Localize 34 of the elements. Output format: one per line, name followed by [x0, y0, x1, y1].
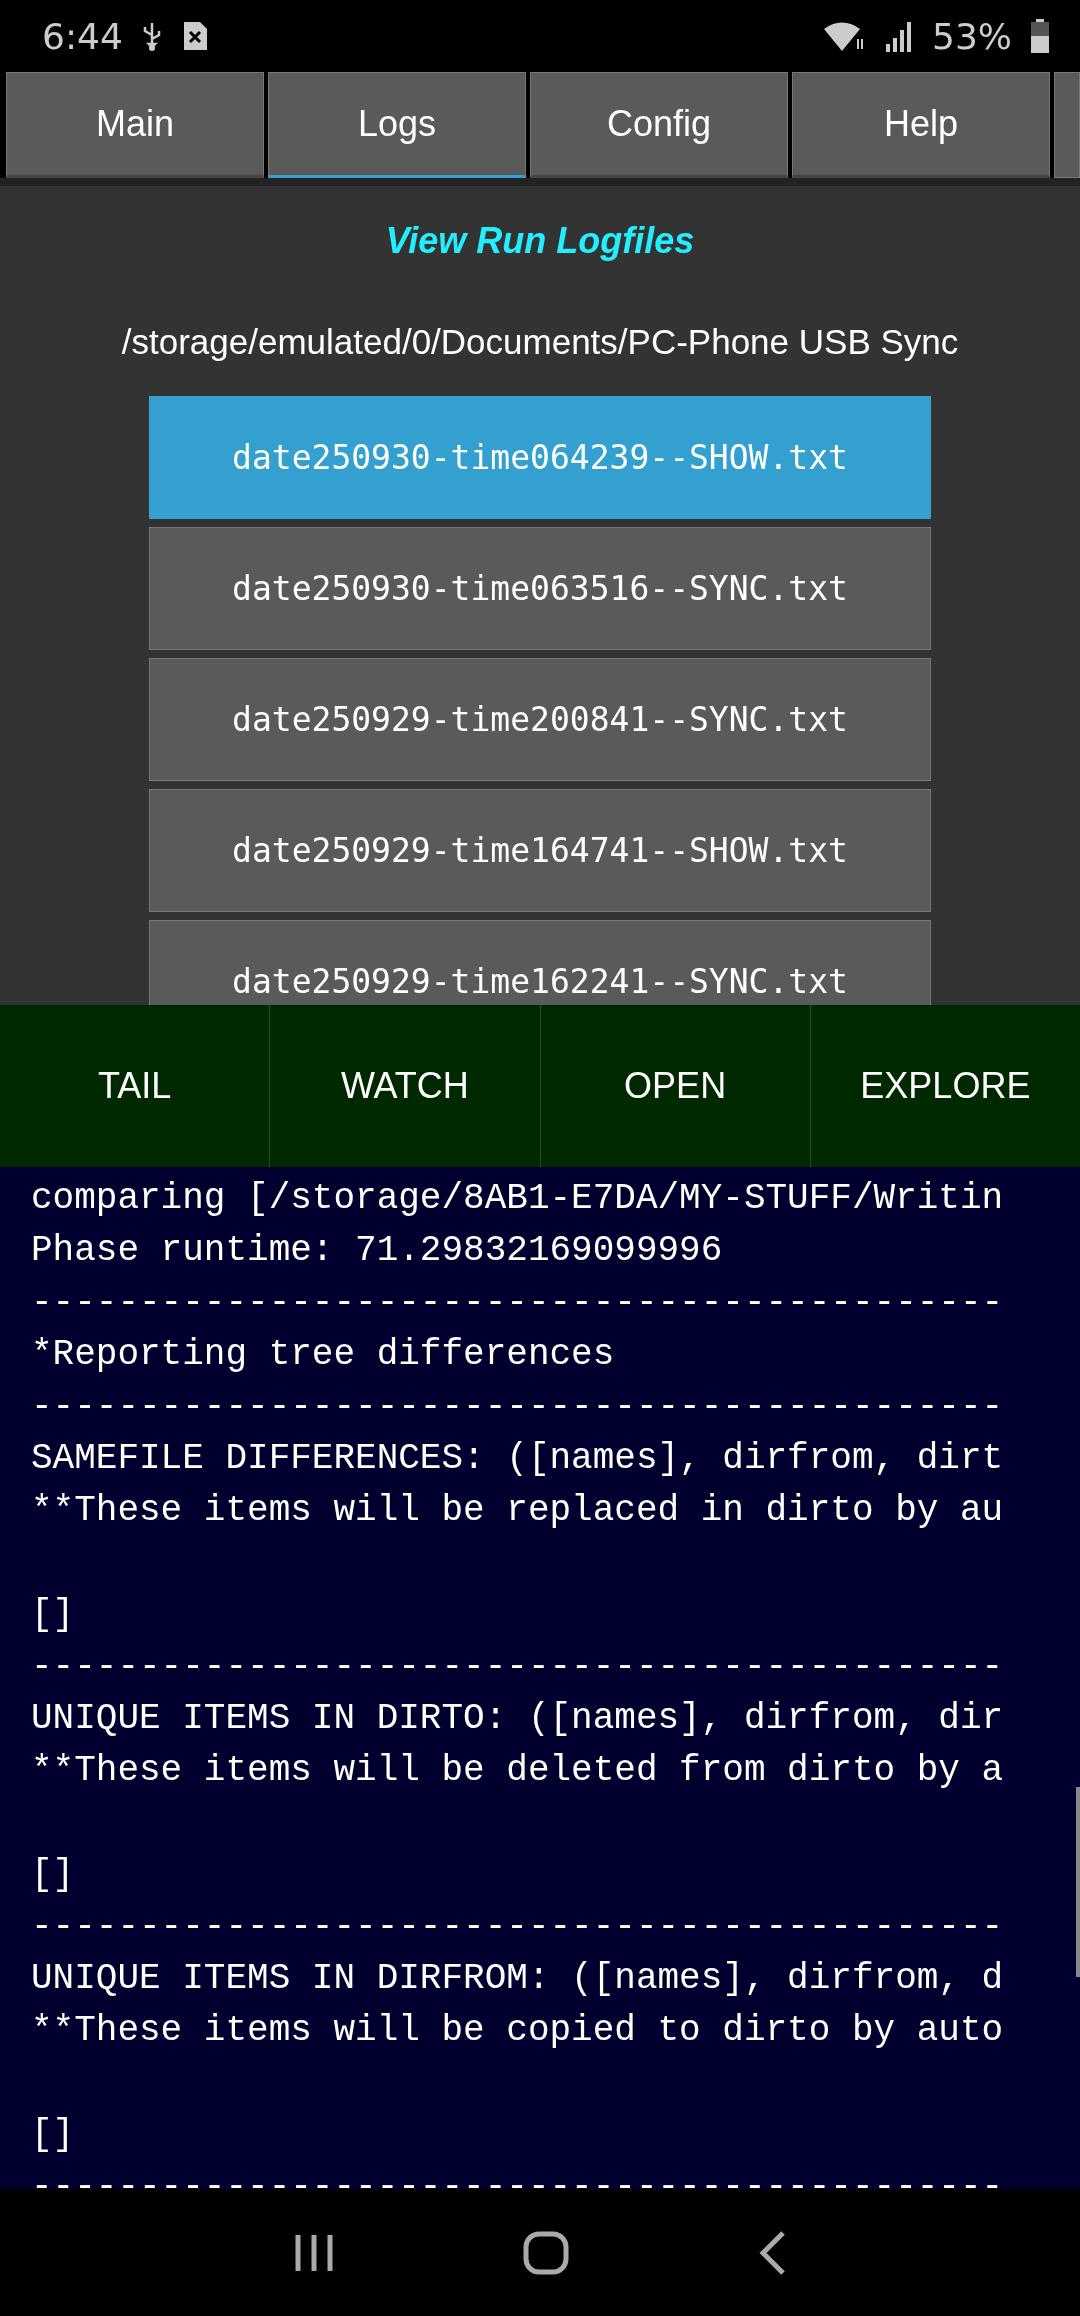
file-item[interactable]: date250929-time162241--SYNC.txt	[149, 920, 931, 1005]
log-line: *Reporting tree differences	[31, 1333, 616, 1377]
log-line: **These items will be deleted from dirto by a	[31, 1749, 1005, 1793]
log-line: **These items will be replaced in dirto by au	[31, 1489, 1005, 1533]
log-line: ---------------------------------------------	[31, 1385, 1005, 1429]
log-line: ---------------------------------------------	[31, 2165, 1005, 2189]
log-line: Phase runtime: 71.29832169099996	[31, 1229, 724, 1273]
recent-apps-icon[interactable]	[293, 2232, 336, 2273]
log-line: ---------------------------------------------	[31, 1645, 1005, 1689]
log-line: **These items will be copied to dirto by auto	[31, 2009, 1005, 2053]
log-line: []	[31, 1853, 76, 1897]
log-line: ---------------------------------------------	[31, 1905, 1005, 1949]
page-title: View Run Logfiles	[385, 220, 695, 262]
log-line: comparing [/storage/8AB1-E7DA/MY-STUFF/Writin	[31, 1177, 1005, 1221]
folder-path: /storage/emulated/0/Documents/PC-Phone USB Sync	[121, 322, 959, 362]
log-line: []	[31, 1593, 76, 1637]
file-item[interactable]: date250929-time164741--SHOW.txt	[149, 789, 931, 912]
wifi-icon	[822, 19, 866, 53]
signal-icon	[884, 20, 914, 52]
log-line: []	[31, 2113, 76, 2157]
log-line: UNIQUE ITEMS IN DIRTO: ([names], dirfrom, dir	[31, 1697, 1005, 1741]
tab[interactable]: Logs	[268, 72, 526, 178]
home-icon[interactable]	[522, 2229, 570, 2276]
log-line: SAMEFILE DIFFERENCES: ([names], dirfrom, dirt	[31, 1437, 1005, 1481]
tab[interactable]: Main	[6, 72, 264, 178]
log-line: ---------------------------------------------	[31, 1281, 1005, 1325]
battery-percent: 53%	[932, 15, 1012, 57]
status-time: 6:44	[42, 15, 123, 57]
tab[interactable]: Help	[792, 72, 1050, 178]
battery-icon	[1030, 19, 1050, 53]
file-item[interactable]: date250930-time063516--SYNC.txt	[149, 527, 931, 650]
file-item[interactable]: date250929-time200841--SYNC.txt	[149, 658, 931, 781]
log-line: UNIQUE ITEMS IN DIRFROM: ([names], dirfrom, d	[31, 1957, 1005, 2001]
tab[interactable]: Config	[530, 72, 788, 178]
